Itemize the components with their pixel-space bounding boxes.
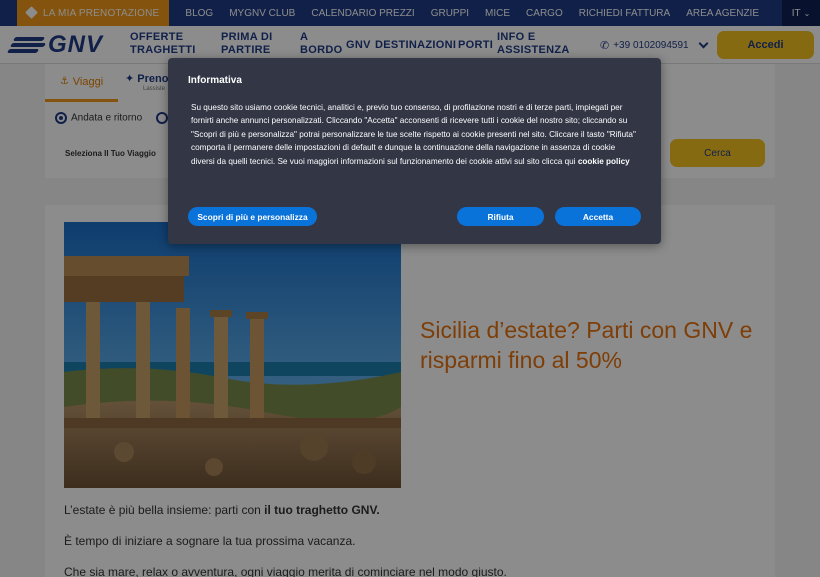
customize-cookies-button[interactable]: Scopri di più e personalizza	[188, 207, 317, 226]
cookie-modal-title: Informativa	[188, 75, 242, 86]
cookie-modal-body: Su questo sito usiamo cookie tecnici, an…	[191, 103, 636, 166]
cookie-policy-link[interactable]: cookie policy	[578, 157, 630, 166]
cookie-consent-modal: Informativa Su questo sito usiamo cookie…	[168, 58, 661, 244]
reject-cookies-button[interactable]: Rifiuta	[457, 207, 544, 226]
accept-cookies-button[interactable]: Accetta	[555, 207, 641, 226]
cookie-modal-text: Su questo sito usiamo cookie tecnici, an…	[191, 101, 641, 168]
